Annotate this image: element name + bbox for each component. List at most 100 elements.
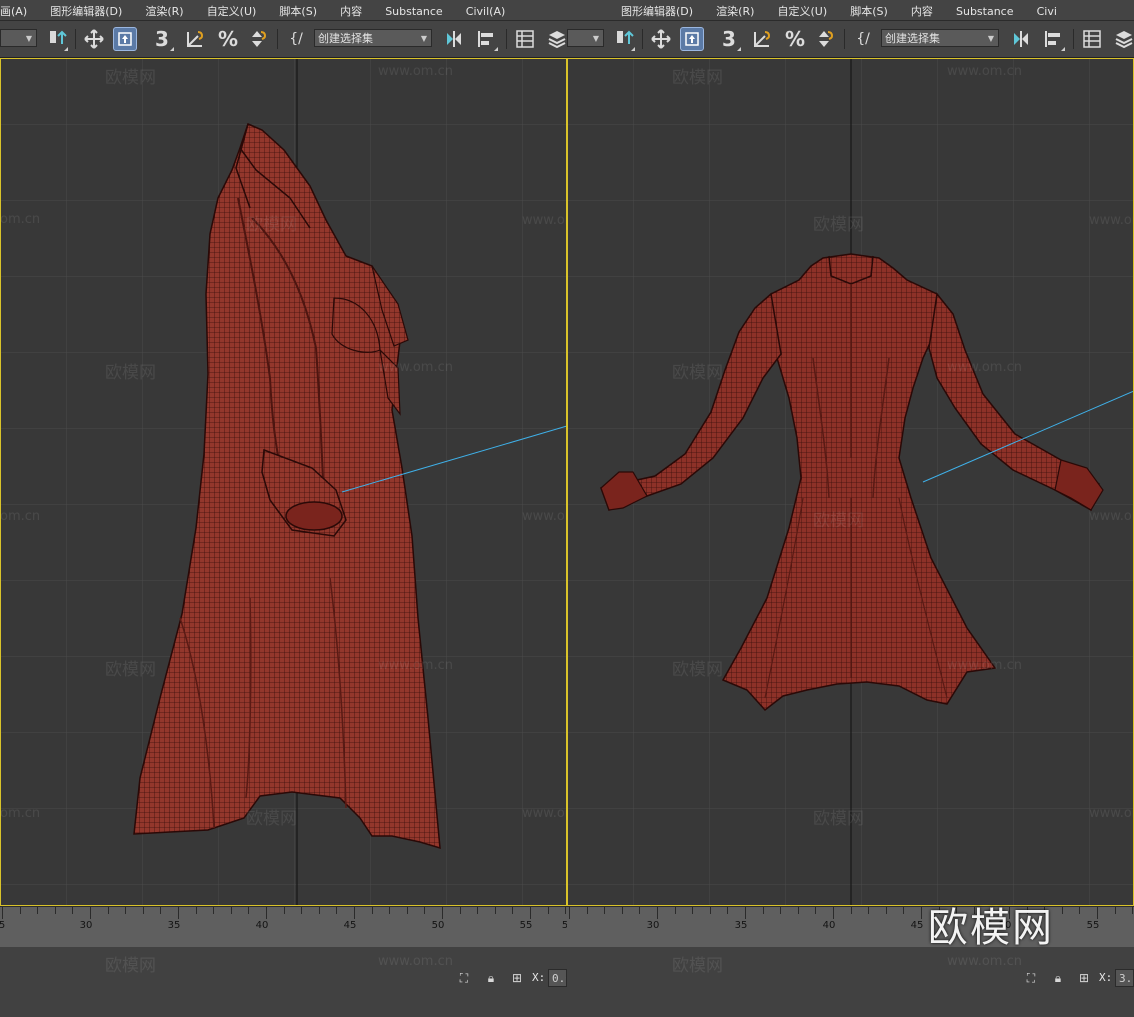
frame-tick (762, 907, 764, 914)
angle-snap-icon[interactable] (750, 27, 774, 51)
frame-tick (1132, 907, 1134, 914)
frame-tick (833, 907, 834, 919)
isolate-selection-icon[interactable]: ⛶ (1024, 971, 1038, 985)
frame-label: 35 (167, 920, 181, 931)
watermark-url: www.om.cn (378, 360, 453, 375)
align-icon[interactable] (474, 27, 498, 51)
frame-tick (586, 907, 588, 914)
menu-item-customize[interactable]: 自定义(U) (768, 2, 836, 20)
menu-item-substance[interactable]: Substance (376, 2, 452, 20)
layer-explorer-icon[interactable] (513, 27, 537, 51)
scene-explorer-icon[interactable] (545, 27, 567, 51)
snap-3d-toggle[interactable]: 3 (717, 27, 741, 51)
spinner-snap-icon[interactable] (813, 27, 837, 51)
frame-tick (1097, 907, 1098, 919)
frame-tick (850, 907, 852, 914)
menu-item-graph-editors[interactable]: 图形编辑器(D) (567, 2, 702, 20)
watermark-url: www.om.cn (947, 360, 1022, 375)
frame-tick (512, 907, 514, 914)
named-selection-set-dropdown[interactable]: 创建选择集 ▼ (881, 29, 999, 47)
frame-tick (318, 907, 320, 914)
frame-tick (903, 907, 905, 914)
menu-item-content[interactable]: 内容 (902, 2, 942, 20)
spinner-snap-icon[interactable] (246, 27, 270, 51)
watermark-url: www.om.cn (378, 64, 453, 79)
frame-tick (1061, 907, 1063, 914)
named-selection-set-value: 创建选择集 (318, 32, 373, 45)
watermark-url: www.om.cn (947, 954, 1022, 969)
viewport-left[interactable]: 欧模网 www.om.cn om.cn 欧模网 www.om.cn 欧模网 ww… (0, 58, 567, 906)
edit-named-sets-label: {/ (856, 31, 870, 47)
mirror-icon[interactable] (1009, 27, 1033, 51)
watermark-brand: 欧模网 (105, 68, 156, 88)
selection-lock-icon[interactable]: 🔒︎ (1051, 971, 1065, 985)
watermark-brand: 欧模网 (672, 68, 723, 88)
select-object-icon[interactable] (113, 27, 137, 51)
viewport-right[interactable]: 欧模网 www.om.cn 欧模网 www.om.cn 欧模网 www.om.c… (567, 58, 1134, 906)
menu-item-content[interactable]: 内容 (331, 2, 371, 20)
menu-item-partial[interactable]: 画(A) (0, 2, 36, 20)
frame-tick (54, 907, 56, 914)
frame-tick (266, 907, 267, 919)
frame-tick (921, 907, 922, 919)
frame-tick (213, 907, 215, 914)
named-selection-set-dropdown[interactable]: 创建选择集 ▼ (314, 29, 432, 47)
percent-snap-toggle[interactable]: % (216, 27, 240, 51)
selection-filter-dropdown[interactable]: ▼ (567, 29, 604, 47)
x-coord-field[interactable]: 3.6 (1115, 969, 1134, 987)
x-coord-field[interactable]: 0.0 (548, 969, 567, 987)
move-icon[interactable] (649, 27, 673, 51)
menu-item-rendering[interactable]: 渲染(R) (136, 2, 192, 20)
frame-tick (797, 907, 799, 914)
menu-item-civil[interactable]: Civi (1028, 2, 1066, 20)
absolute-mode-icon[interactable]: ⊞ (510, 971, 524, 985)
menu-item-substance[interactable]: Substance (947, 2, 1023, 20)
select-link-icon[interactable] (44, 27, 68, 51)
selection-filter-dropdown[interactable]: ▼ (0, 29, 37, 47)
frame-tick (442, 907, 443, 919)
frame-tick (90, 907, 91, 919)
percent-snap-label: % (784, 27, 806, 51)
select-object-icon[interactable] (680, 27, 704, 51)
frame-tick (195, 907, 197, 914)
menu-item-graph-editors[interactable]: 图形编辑器(D) (41, 2, 131, 20)
edit-named-sets-icon[interactable]: {/ (851, 27, 875, 51)
frame-tick (604, 907, 606, 914)
frame-tick (230, 907, 232, 914)
watermark-brand: 欧模网 (813, 511, 864, 531)
time-slider-track[interactable]: 5 30 35 40 45 50 55 5 (0, 906, 567, 947)
menu-item-scripting[interactable]: 脚本(S) (270, 2, 326, 20)
frame-tick (107, 907, 109, 914)
angle-snap-icon[interactable] (183, 27, 207, 51)
scene-explorer-icon[interactable] (1112, 27, 1134, 51)
snap-3d-toggle[interactable]: 3 (150, 27, 174, 51)
frame-tick (815, 907, 817, 914)
select-link-icon[interactable] (611, 27, 635, 51)
edit-named-sets-icon[interactable]: {/ (284, 27, 308, 51)
watermark-url: www.om.cn (1089, 509, 1134, 524)
menu-item-civil[interactable]: Civil(A) (457, 2, 514, 20)
layer-explorer-icon[interactable] (1080, 27, 1104, 51)
frame-tick (371, 907, 373, 914)
mirror-icon[interactable] (442, 27, 466, 51)
percent-snap-toggle[interactable]: % (783, 27, 807, 51)
move-icon[interactable] (82, 27, 106, 51)
frame-tick (639, 907, 641, 914)
frame-tick (709, 907, 711, 914)
frame-tick (494, 907, 496, 914)
watermark-url: www.om.cn (1089, 213, 1134, 228)
frame-tick (530, 907, 531, 919)
menu-item-rendering[interactable]: 渲染(R) (707, 2, 763, 20)
menu-item-customize[interactable]: 自定义(U) (198, 2, 266, 20)
watermark-brand: 欧模网 (672, 660, 723, 680)
frame-tick (160, 907, 162, 914)
absolute-mode-icon[interactable]: ⊞ (1077, 971, 1091, 985)
watermark-url: www.om.cn (522, 213, 567, 228)
menu-item-scripting[interactable]: 脚本(S) (841, 2, 897, 20)
align-icon[interactable] (1041, 27, 1065, 51)
frame-tick (547, 907, 549, 914)
selection-lock-icon[interactable]: 🔒︎ (484, 971, 498, 985)
frame-tick (424, 907, 426, 914)
isolate-selection-icon[interactable]: ⛶ (457, 971, 471, 985)
frame-tick (692, 907, 694, 914)
